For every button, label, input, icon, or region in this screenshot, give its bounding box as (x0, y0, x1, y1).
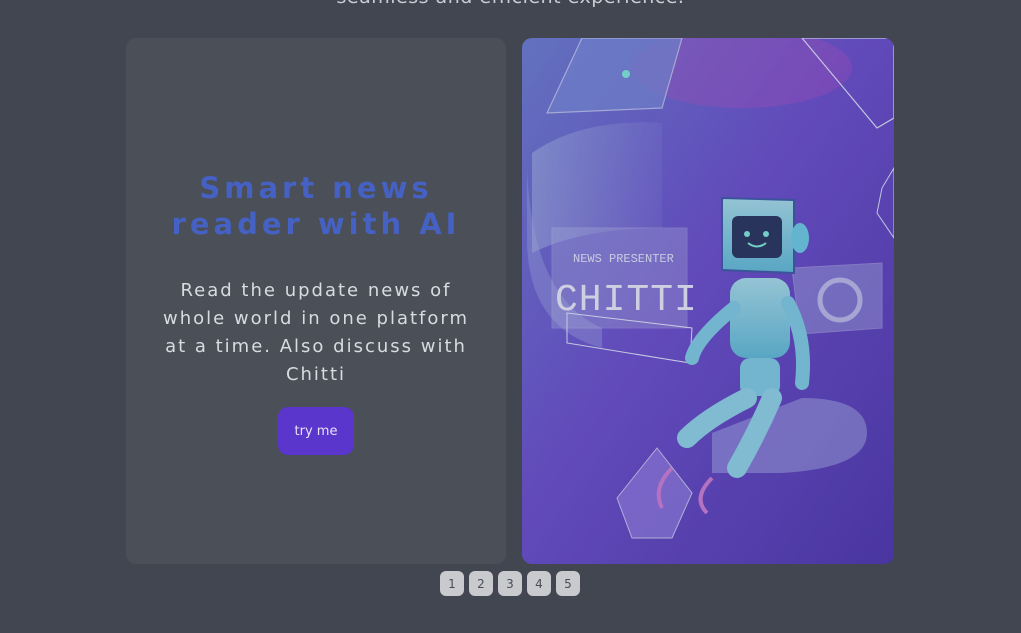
page-2-button[interactable]: 2 (469, 571, 493, 596)
try-me-button[interactable]: try me (278, 407, 354, 455)
hero-description: Read the update news of whole world in o… (162, 280, 470, 385)
page-3-button[interactable]: 3 (498, 571, 522, 596)
robot-illustration-art: NEWS PRESENTER CHITTI (522, 38, 894, 564)
pagination: 1 2 3 4 5 (440, 571, 580, 596)
hero-title: Smart news reader with AI (171, 171, 461, 241)
intro-text: seamless and efficient experience. (0, 0, 1021, 8)
hero-card: Smart news reader with AI Read the updat… (126, 38, 506, 564)
page-5-button[interactable]: 5 (556, 571, 580, 596)
page-1-button[interactable]: 1 (440, 571, 464, 596)
robot-illustration: NEWS PRESENTER CHITTI (522, 38, 894, 564)
page-4-button[interactable]: 4 (527, 571, 551, 596)
